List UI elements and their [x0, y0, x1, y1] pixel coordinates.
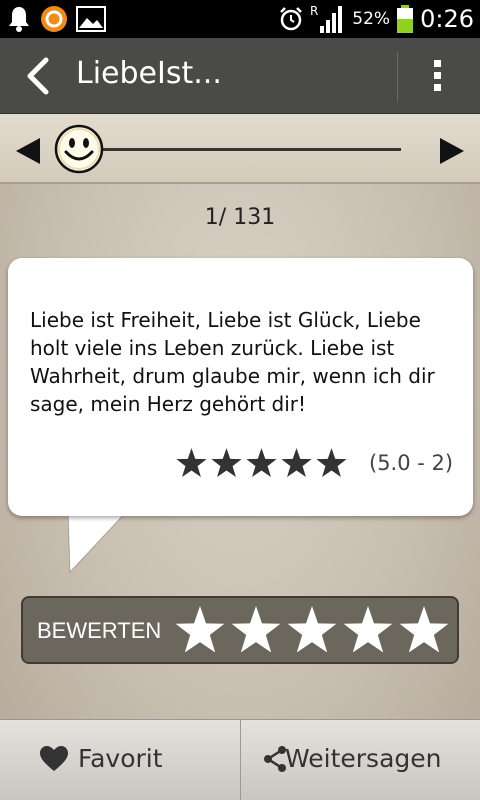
favorite-label: Favorit — [78, 744, 163, 773]
rate-star-3[interactable] — [287, 606, 337, 654]
rate-label: BEWERTEN — [37, 618, 162, 643]
rate-star-2[interactable] — [231, 606, 281, 654]
quote-text: Liebe ist Freiheit, Liebe ist Glück, Lie… — [30, 308, 435, 416]
quote-counter: 1/ 131 — [204, 205, 276, 230]
back-button[interactable] — [20, 54, 60, 98]
rating-value: (5.0 - 2) — [369, 451, 454, 475]
rate-star-4[interactable] — [343, 606, 393, 654]
share-label: Weitersagen — [285, 744, 442, 773]
share-icon — [264, 746, 286, 772]
star-icon — [246, 448, 277, 477]
star-icon — [281, 448, 312, 477]
action-bar: LiebeIst... — [0, 38, 480, 114]
share-button[interactable]: Weitersagen — [241, 720, 480, 800]
notification-bell-icon — [9, 7, 29, 32]
clock: 0:26 — [420, 5, 474, 33]
bottom-action-bar: Favorit Weitersagen — [0, 719, 480, 800]
star-icon — [316, 448, 347, 477]
rate-star-1[interactable] — [175, 606, 225, 654]
heart-icon — [40, 746, 68, 771]
quote-slider — [0, 114, 480, 184]
quote-rating: (5.0 - 2) — [176, 448, 453, 478]
overflow-menu-button[interactable] — [420, 54, 456, 98]
rating-stars — [176, 448, 347, 478]
bubble-tail — [66, 510, 136, 574]
signal-icon: R — [310, 4, 343, 33]
rate-bar: BEWERTEN — [21, 596, 459, 664]
triangle-right-icon[interactable] — [438, 136, 466, 166]
smiley-face-icon[interactable] — [54, 124, 104, 174]
slider-track[interactable] — [95, 148, 401, 151]
chevron-left-icon — [27, 57, 49, 95]
battery-icon — [397, 5, 414, 33]
orange-app-icon — [41, 6, 67, 32]
action-bar-divider — [397, 52, 398, 102]
star-icon — [211, 448, 242, 477]
battery-percent: 52% — [352, 9, 391, 29]
app-title: LiebeIst... — [76, 56, 222, 91]
rate-stars — [175, 606, 449, 654]
triangle-left-icon[interactable] — [14, 136, 42, 166]
star-icon — [176, 448, 207, 477]
alarm-clock-icon — [280, 7, 303, 31]
notification-icons — [6, 5, 106, 33]
status-bar: R 52% 0:26 — [0, 0, 480, 38]
overflow-menu-icon — [434, 60, 441, 91]
rate-star-5[interactable] — [399, 606, 449, 654]
favorite-button[interactable]: Favorit — [0, 720, 240, 800]
system-indicators: R 52% 0:26 — [278, 2, 474, 36]
quote-bubble: Liebe ist Freiheit, Liebe ist Glück, Lie… — [8, 258, 473, 516]
image-icon — [76, 6, 106, 32]
roaming-indicator: R — [310, 4, 318, 18]
